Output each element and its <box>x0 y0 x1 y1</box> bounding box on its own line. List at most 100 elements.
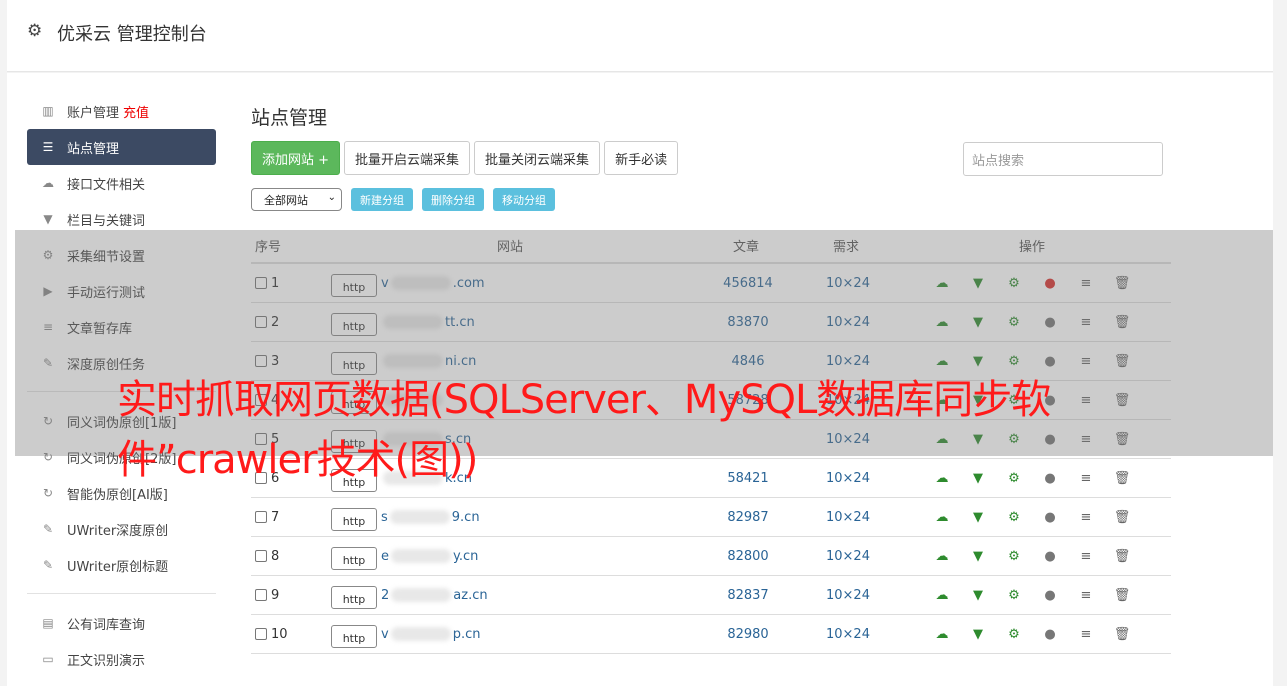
table-row: 7 http s 9.cn 82987 10×24 ☁ ▼ ⚙ ● ≡ 🗑 <box>251 498 1171 537</box>
move-group-button[interactable]: 移动分组 <box>493 188 555 211</box>
redacted-blur <box>391 549 451 563</box>
recharge-link[interactable]: 充值 <box>123 102 149 121</box>
cogs-icon[interactable]: ⚙ <box>1005 586 1023 604</box>
play-circle-icon[interactable]: ● <box>1041 547 1059 565</box>
sidebar-item-label: 公有词库查询 <box>67 617 146 633</box>
beginner-guide-button[interactable]: 新手必读 <box>604 141 679 175</box>
sidebar-item-label: UWriter深度原创 <box>67 523 169 539</box>
row-checkbox[interactable] <box>255 589 267 601</box>
sidebar-item-label: UWriter原创标题 <box>67 559 169 575</box>
group-select-value: 全部网站 <box>264 193 308 207</box>
trash-icon[interactable]: 🗑 <box>1113 508 1131 526</box>
site-search-input[interactable]: 站点搜索 <box>963 142 1163 176</box>
row-number: 10 <box>255 615 288 653</box>
row-no: 9 <box>271 587 280 603</box>
demand-value[interactable]: 10×24 <box>801 576 895 614</box>
refresh-icon: ↻ <box>42 486 54 500</box>
database-icon[interactable]: ≡ <box>1077 625 1095 643</box>
row-checkbox[interactable] <box>255 628 267 640</box>
sidebar-item[interactable]: ▤ 公有词库查询 <box>27 605 216 641</box>
http-button[interactable]: http <box>331 507 377 531</box>
row-no: 7 <box>271 509 280 525</box>
database-icon[interactable]: ≡ <box>1077 547 1095 565</box>
demand-value[interactable]: 10×24 <box>801 537 895 575</box>
http-cell: http <box>331 537 377 575</box>
sidebar-item[interactable]: ☁ 接口文件相关 <box>27 165 216 201</box>
redacted-blur <box>391 588 452 602</box>
filter-icon[interactable]: ▼ <box>969 586 987 604</box>
sidebar-item-label: 栏目与关键词 <box>67 213 146 229</box>
http-button[interactable]: http <box>331 546 377 570</box>
http-button[interactable]: http <box>331 585 377 609</box>
cloud-upload-icon[interactable]: ☁ <box>933 625 951 643</box>
add-site-button[interactable]: 添加网站 + <box>251 141 341 175</box>
chevron-down-icon: ⌄ <box>327 192 336 203</box>
sidebar-item[interactable]: ☰ 站点管理 <box>27 129 216 165</box>
url-prefix: 2 <box>381 587 390 603</box>
cloud-upload-icon[interactable]: ☁ <box>933 547 951 565</box>
row-actions: ☁ ▼ ⚙ ● ≡ 🗑 <box>933 498 1131 536</box>
http-cell: http <box>331 615 377 653</box>
trash-icon[interactable]: 🗑 <box>1113 547 1131 565</box>
table-row: 10 http v p.cn 82980 10×24 ☁ ▼ ⚙ ● ≡ 🗑 <box>251 615 1171 654</box>
cloud-upload-icon[interactable]: ☁ <box>933 586 951 604</box>
redacted-blur <box>390 627 451 641</box>
play-circle-icon[interactable]: ● <box>1041 508 1059 526</box>
row-checkbox[interactable] <box>255 550 267 562</box>
edit-icon: ✎ <box>42 558 54 572</box>
url-suffix: 9.cn <box>451 509 480 525</box>
batch-disable-cloud-button[interactable]: 批量关闭云端采集 <box>474 141 601 175</box>
url-prefix: v <box>381 626 389 642</box>
url-suffix: p.cn <box>452 626 481 642</box>
filter-icon[interactable]: ▼ <box>969 547 987 565</box>
demand-value[interactable]: 10×24 <box>801 498 895 536</box>
trash-icon[interactable]: 🗑 <box>1113 586 1131 604</box>
edit-icon: ✎ <box>42 522 54 536</box>
filter-icon[interactable]: ▼ <box>969 508 987 526</box>
sidebar-item[interactable]: ✎ UWriter深度原创 <box>27 511 216 547</box>
table-row: 8 http e y.cn 82800 10×24 ☁ ▼ ⚙ ● ≡ 🗑 <box>251 537 1171 576</box>
console-title: 优采云 管理控制台 <box>57 24 207 45</box>
site-url[interactable]: v p.cn <box>381 615 480 653</box>
new-group-button[interactable]: 新建分组 <box>351 188 413 211</box>
url-prefix: e <box>381 548 389 564</box>
site-url[interactable]: e y.cn <box>381 537 478 575</box>
site-url[interactable]: 2 az.cn <box>381 576 488 614</box>
trash-icon[interactable]: 🗑 <box>1113 625 1131 643</box>
sidebar-item-label: 站点管理 <box>67 141 120 157</box>
filter-icon[interactable]: ▼ <box>969 625 987 643</box>
sidebar-divider <box>27 593 216 594</box>
cogs-icon[interactable]: ⚙ <box>1005 508 1023 526</box>
row-checkbox[interactable] <box>255 511 267 523</box>
redacted-blur <box>389 510 450 524</box>
top-header: ⚙ 优采云 管理控制台 <box>7 0 1273 72</box>
site-url[interactable]: s 9.cn <box>381 498 480 536</box>
batch-enable-cloud-button[interactable]: 批量开启云端采集 <box>344 141 471 175</box>
article-count[interactable]: 82987 <box>701 498 795 536</box>
cogs-icon[interactable]: ⚙ <box>1005 547 1023 565</box>
sidebar-item[interactable]: ▥ 账户管理 充值 <box>27 93 216 129</box>
toolbar: 添加网站 + 批量开启云端采集 批量关闭云端采集 新手必读 <box>251 141 679 175</box>
overlay-caption: 实时抓取网页数据(SQLServer、MySQL数据库同步软件”crawler技… <box>117 377 1051 483</box>
play-circle-icon[interactable]: ● <box>1041 625 1059 643</box>
http-button[interactable]: http <box>331 624 377 648</box>
url-suffix: y.cn <box>453 548 479 564</box>
article-count[interactable]: 82800 <box>701 537 795 575</box>
group-select[interactable]: 全部网站 ⌄ <box>251 188 342 211</box>
delete-group-button[interactable]: 删除分组 <box>422 188 484 211</box>
page-title: 站点管理 <box>251 107 328 129</box>
sidebar-item-label: 正文识别演示 <box>67 653 146 669</box>
cloud-upload-icon[interactable]: ☁ <box>933 508 951 526</box>
row-actions: ☁ ▼ ⚙ ● ≡ 🗑 <box>933 576 1131 614</box>
sidebar-item[interactable]: ▭ 正文识别演示 <box>27 641 216 677</box>
filter-icon: ▼ <box>43 212 53 226</box>
article-count[interactable]: 82837 <box>701 576 795 614</box>
database-icon[interactable]: ≡ <box>1077 508 1095 526</box>
http-cell: http <box>331 498 377 536</box>
sidebar-item[interactable]: ✎ UWriter原创标题 <box>27 547 216 583</box>
article-count[interactable]: 82980 <box>701 615 795 653</box>
demand-value[interactable]: 10×24 <box>801 615 895 653</box>
play-circle-icon[interactable]: ● <box>1041 586 1059 604</box>
database-icon[interactable]: ≡ <box>1077 586 1095 604</box>
cogs-icon[interactable]: ⚙ <box>1005 625 1023 643</box>
